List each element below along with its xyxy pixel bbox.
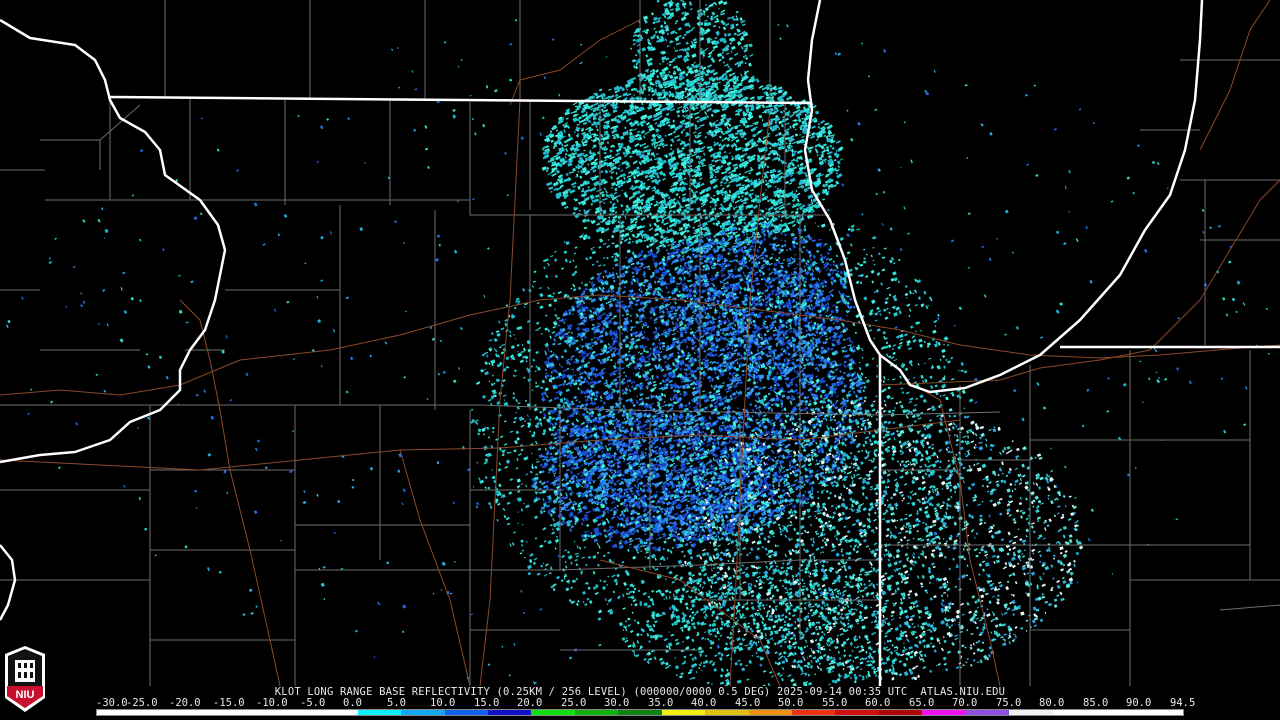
scale-label: 10.0 xyxy=(430,697,456,709)
scale-label: 45.0 xyxy=(735,697,761,709)
scale-label: 55.0 xyxy=(822,697,848,709)
scale-label: 0.0 xyxy=(343,697,362,709)
scale-label: 60.0 xyxy=(865,697,891,709)
color-bar-segment xyxy=(792,710,836,715)
scale-label: 90.0 xyxy=(1126,697,1152,709)
color-bar-segment xyxy=(487,710,532,715)
scale-label: 85.0 xyxy=(1083,697,1109,709)
color-bar-segment xyxy=(1009,710,1053,715)
scale-label: -15.0 xyxy=(213,697,245,709)
scale-label: 15.0 xyxy=(474,697,500,709)
color-bar-segment xyxy=(661,710,706,715)
scale-label: 40.0 xyxy=(691,697,717,709)
scale-label: 94.5 xyxy=(1170,697,1196,709)
scale-label: 25.0 xyxy=(561,697,587,709)
scale-label: -25.0 xyxy=(126,697,158,709)
color-bar-segment xyxy=(270,710,315,715)
scale-label: 20.0 xyxy=(517,697,543,709)
scale-label: 50.0 xyxy=(778,697,804,709)
color-bar-segment xyxy=(401,710,445,715)
color-bar-segment xyxy=(922,710,966,715)
scale-label: -10.0 xyxy=(256,697,288,709)
color-bar-segment xyxy=(444,710,488,715)
scale-label: -30.0 xyxy=(96,697,128,709)
reflectivity-scale-labels: -30.0 -25.0 -20.0 -15.0 -10.0 -5.0 0.0 5.0 10.0 1… xyxy=(96,698,1196,709)
niu-logo: NIU xyxy=(5,646,45,712)
scale-label: 80.0 xyxy=(1039,697,1065,709)
color-bar-segment xyxy=(227,710,271,715)
color-bar-segment xyxy=(618,710,662,715)
color-bar-segment xyxy=(965,710,1010,715)
scale-label: 35.0 xyxy=(648,697,674,709)
scale-label: 65.0 xyxy=(909,697,935,709)
color-bar-segment xyxy=(574,710,619,715)
reflectivity-color-bar xyxy=(96,709,1184,716)
color-bar-segment xyxy=(1052,710,1097,715)
niu-logo-text: NIU xyxy=(16,689,35,701)
color-bar-segment xyxy=(835,710,879,715)
scale-label: 30.0 xyxy=(604,697,630,709)
color-bar-segment xyxy=(531,710,575,715)
scale-label: -20.0 xyxy=(169,697,201,709)
color-bar-segment xyxy=(97,710,141,715)
color-bar-segment xyxy=(705,710,749,715)
color-bar-segment xyxy=(357,710,402,715)
color-bar-segment xyxy=(878,710,923,715)
color-bar-segment xyxy=(314,710,358,715)
scale-label: 70.0 xyxy=(952,697,978,709)
color-bar-segment xyxy=(748,710,792,715)
color-bar-segment xyxy=(140,710,184,715)
color-bar-segment xyxy=(1139,710,1183,715)
color-bar-segment xyxy=(183,710,228,715)
scale-label: 75.0 xyxy=(996,697,1022,709)
radar-map xyxy=(0,0,1280,686)
color-bar-segment xyxy=(1096,710,1140,715)
scale-label: -5.0 xyxy=(300,697,326,709)
scale-label: 5.0 xyxy=(387,697,406,709)
